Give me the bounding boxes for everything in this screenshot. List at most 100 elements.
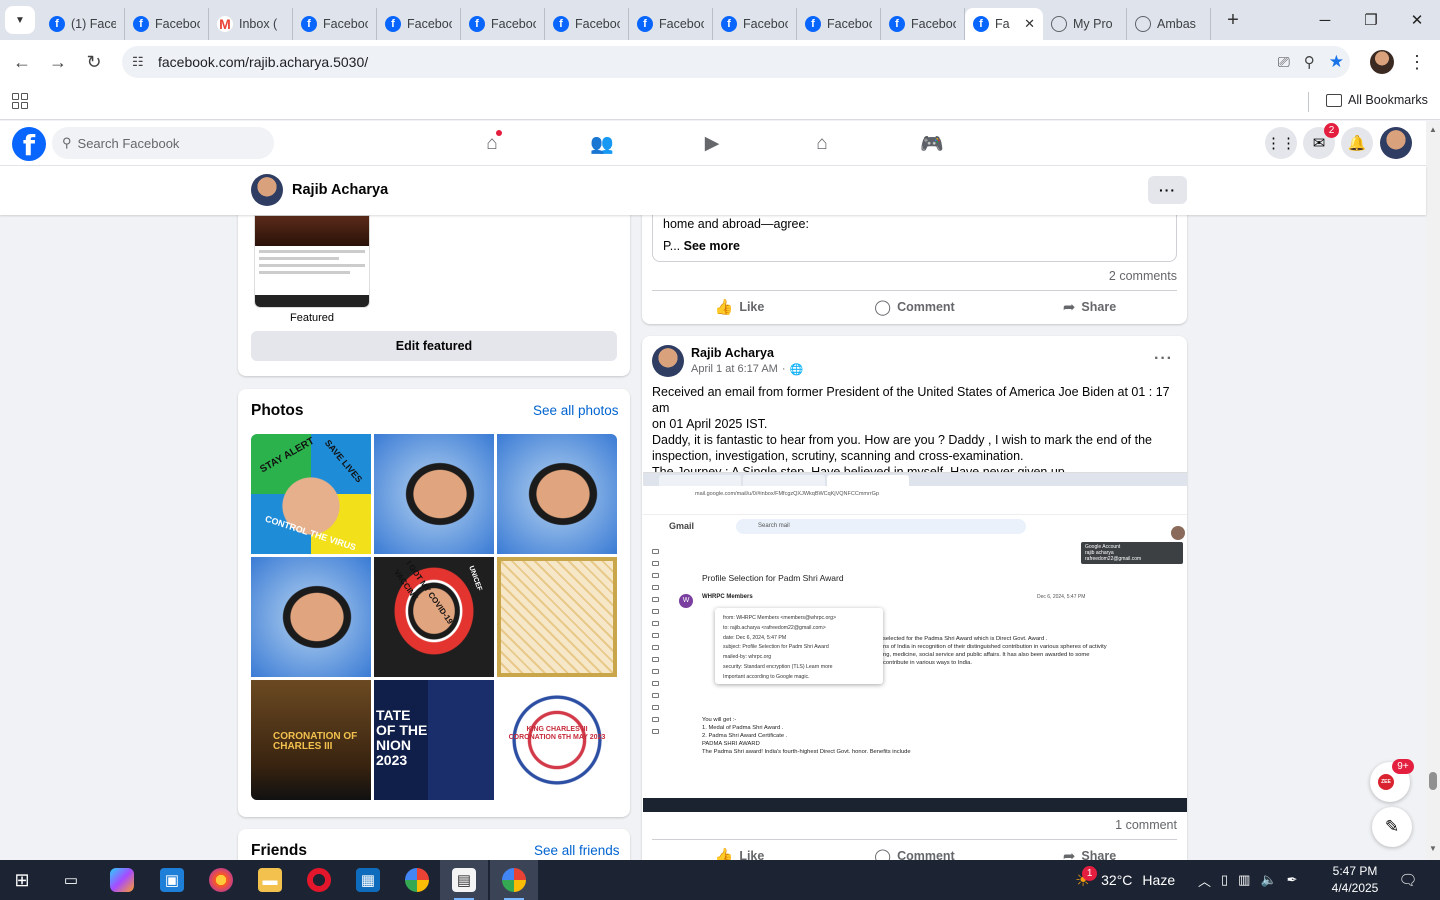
nav-video-icon[interactable]: ▶ xyxy=(692,121,732,166)
post2-author-avatar[interactable] xyxy=(652,345,684,377)
opera-icon[interactable] xyxy=(307,868,331,892)
chrome-menu-icon[interactable]: ⋮ xyxy=(1408,52,1426,73)
photo-stay-alert[interactable]: STAY ALERT SAVE LIVES CONTROL THE VIRUS xyxy=(251,434,371,554)
photo-coronation[interactable]: CORONATION OF CHARLES III xyxy=(251,680,371,800)
photo-portrait-2[interactable] xyxy=(497,434,617,554)
notepad-icon[interactable]: ▤ xyxy=(452,868,476,892)
scroll-down-arrow-icon[interactable]: ▼ xyxy=(1429,844,1437,853)
maximize-icon[interactable]: ❐ xyxy=(1348,0,1394,40)
menu-grid-icon[interactable]: ⋮⋮ xyxy=(1265,127,1297,159)
zee-news-bubble[interactable]: ZEE NEWS 9+ xyxy=(1370,759,1414,802)
facebook-search[interactable]: ⚲ xyxy=(52,127,274,159)
facebook-logo-icon[interactable]: f xyxy=(12,127,46,161)
windows-start-icon[interactable]: ⊞ xyxy=(10,868,34,892)
comment-button[interactable]: ◯ Comment xyxy=(827,291,1002,323)
see-all-friends-link[interactable]: See all friends xyxy=(534,843,620,858)
post2-timestamp[interactable]: April 1 at 6:17 AM xyxy=(691,363,778,376)
browser-tab[interactable]: My Pro xyxy=(1043,8,1127,40)
reload-button[interactable]: ↻ xyxy=(76,44,112,80)
nav-friends-icon[interactable]: 👥 xyxy=(582,121,622,166)
tray-device-icon[interactable]: ▯ xyxy=(1221,872,1228,888)
post2-image-email-screenshot[interactable]: mail.google.com/mail/u/0/#inbox/FMfcgzQX… xyxy=(643,472,1187,812)
address-bar[interactable]: ☷ facebook.com/rajib.acharya.5030/ ⎚ ⚲ ★ xyxy=(122,46,1350,78)
nav-home-icon[interactable]: ⌂ xyxy=(472,121,512,166)
remote-desktop-icon[interactable]: ▣ xyxy=(160,868,184,892)
photo-king-charles[interactable]: KING CHARLES III CORONATION 6TH MAY 2023 xyxy=(497,680,617,800)
like-button[interactable]: 👍 Like xyxy=(652,291,827,323)
forward-button[interactable]: → xyxy=(40,44,76,80)
install-app-icon[interactable]: ⎚ xyxy=(1278,54,1290,71)
account-avatar[interactable] xyxy=(1380,127,1412,159)
browser-tab[interactable]: f (1) Faceb xyxy=(41,8,125,40)
task-view-icon[interactable]: ▭ xyxy=(59,868,83,892)
browser-tab[interactable]: f Fa ✕ xyxy=(965,8,1043,40)
firefox-icon[interactable] xyxy=(209,868,233,892)
photo-certificate[interactable] xyxy=(497,557,617,677)
all-bookmarks-button[interactable]: All Bookmarks xyxy=(1326,93,1428,107)
friends-title: Friends xyxy=(251,842,307,859)
browser-tab[interactable]: Ambas xyxy=(1127,8,1211,40)
share-button[interactable]: ➦ Share xyxy=(1002,291,1177,323)
browser-tab[interactable]: f Facebook xyxy=(125,8,209,40)
email-body-line: contribute in various ways to India. xyxy=(883,660,972,666)
browser-tab[interactable]: M Inbox ( xyxy=(209,8,293,40)
edit-featured-button[interactable]: Edit featured xyxy=(251,331,617,361)
profile-more-button[interactable]: ··· xyxy=(1148,176,1187,204)
photo-covid-vaccine[interactable]: I GOT MY COVID-19 VACCINE UNICEF xyxy=(374,557,494,677)
photo-portrait-3[interactable] xyxy=(251,557,371,677)
site-info-icon[interactable]: ☷ xyxy=(132,54,156,70)
browser-tab[interactable]: f Facebook xyxy=(461,8,545,40)
zoom-icon[interactable]: ⚲ xyxy=(1304,53,1315,71)
microsoft-store-icon[interactable]: ▦ xyxy=(356,868,380,892)
pen-icon[interactable]: ✒ xyxy=(1287,872,1298,888)
see-all-photos-link[interactable]: See all photos xyxy=(533,403,619,418)
chrome-profile-taskbar-icon[interactable] xyxy=(502,868,526,892)
photo-state-of-union[interactable]: TATE OF THE NION 2023 xyxy=(374,680,494,800)
photo-portrait-1[interactable] xyxy=(374,434,494,554)
scroll-thumb[interactable] xyxy=(1429,772,1437,790)
featured-thumbnail[interactable] xyxy=(254,215,370,308)
post1-comment-count[interactable]: 2 comments xyxy=(1040,269,1177,283)
new-message-compose-icon[interactable]: ✎ xyxy=(1372,807,1412,847)
tab-search-button[interactable]: ▼ xyxy=(5,6,35,34)
taskbar-clock[interactable]: 5:47 PM 4/4/2025 xyxy=(1324,863,1386,897)
page-scrollbar[interactable]: ▲ ▼ xyxy=(1426,121,1440,860)
nav-marketplace-icon[interactable]: ⌂ xyxy=(802,121,842,166)
minimize-icon[interactable]: ─ xyxy=(1302,0,1348,40)
browser-tab[interactable]: f Facebook xyxy=(797,8,881,40)
notification-center-icon[interactable]: 🗨 xyxy=(1396,868,1420,892)
messenger-icon[interactable]: ✉ 2 xyxy=(1303,123,1339,159)
browser-tab[interactable]: f Facebook xyxy=(881,8,965,40)
notifications-bell-icon[interactable]: 🔔 xyxy=(1341,127,1373,159)
search-input[interactable] xyxy=(77,135,258,151)
address-url[interactable]: facebook.com/rajib.acharya.5030/ xyxy=(158,54,368,70)
tray-chevron-up-icon[interactable]: ︿ xyxy=(1198,871,1211,890)
profile-name[interactable]: Rajib Acharya xyxy=(292,182,388,198)
new-tab-button[interactable]: + xyxy=(1219,9,1247,32)
post2-comment-count[interactable]: 1 comment xyxy=(1040,818,1177,832)
browser-tab[interactable]: f Facebook xyxy=(629,8,713,40)
browser-tab[interactable]: f Facebook xyxy=(713,8,797,40)
browser-tab[interactable]: f Facebook xyxy=(545,8,629,40)
apps-icon[interactable] xyxy=(12,93,28,109)
network-icon[interactable]: ▥ xyxy=(1238,872,1250,888)
file-explorer-icon[interactable]: ▬ xyxy=(258,868,282,892)
close-window-icon[interactable]: ✕ xyxy=(1394,0,1440,40)
email-detail-line: date: Dec 6, 2024, 5:47 PM xyxy=(723,634,787,641)
volume-icon[interactable]: 🔈 xyxy=(1260,872,1276,888)
weather-widget[interactable]: ☀ 1 32°C Haze xyxy=(1075,860,1175,900)
google-chrome-icon[interactable] xyxy=(405,868,429,892)
tab-close-icon[interactable]: ✕ xyxy=(1024,16,1035,32)
chrome-profile-avatar[interactable] xyxy=(1370,50,1394,74)
browser-tab[interactable]: f Facebook xyxy=(377,8,461,40)
nav-gaming-icon[interactable]: 🎮 xyxy=(912,121,952,166)
copilot-icon[interactable] xyxy=(110,868,134,892)
bookmark-star-icon[interactable]: ★ xyxy=(1329,52,1344,72)
see-more-link[interactable]: See more xyxy=(684,239,740,253)
post2-author-name[interactable]: Rajib Acharya xyxy=(691,346,774,360)
profile-avatar[interactable] xyxy=(251,174,283,206)
browser-tab[interactable]: f Facebook xyxy=(293,8,377,40)
post2-options-icon[interactable]: ··· xyxy=(1154,350,1173,368)
scroll-up-arrow-icon[interactable]: ▲ xyxy=(1429,125,1437,134)
back-button[interactable]: ← xyxy=(4,44,40,80)
